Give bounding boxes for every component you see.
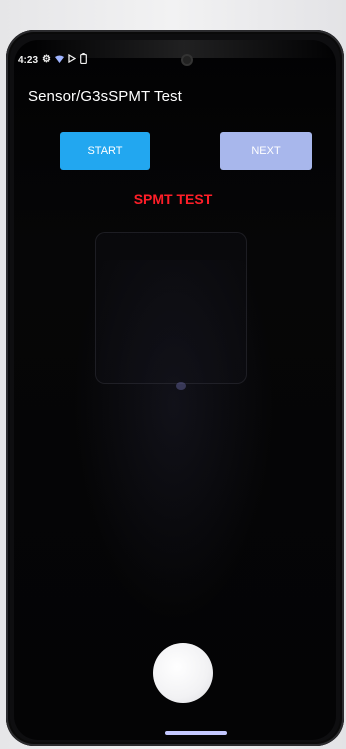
gear-icon: ⚙: [42, 54, 51, 65]
gesture-nav-bar[interactable]: [165, 731, 227, 735]
reflection-highlight: [176, 382, 186, 390]
status-time: 4:23: [18, 54, 39, 66]
next-button[interactable]: NEXT: [220, 132, 312, 170]
test-status-label: SPMT TEST: [133, 191, 213, 207]
photo-background: 4:23 ⚙ Sensor/G3sSPMT Test START NEXT SP…: [0, 0, 346, 749]
battery-icon: [80, 53, 87, 67]
device-reflection: [95, 232, 247, 384]
wifi-icon: [54, 55, 64, 66]
start-button[interactable]: START: [60, 132, 150, 170]
fingerprint-touch-target[interactable]: [153, 643, 213, 703]
status-bar: 4:23 ⚙: [18, 52, 87, 68]
front-camera: [183, 56, 191, 64]
play-icon: [68, 53, 77, 66]
app-title: Sensor/G3sSPMT Test: [28, 88, 182, 105]
